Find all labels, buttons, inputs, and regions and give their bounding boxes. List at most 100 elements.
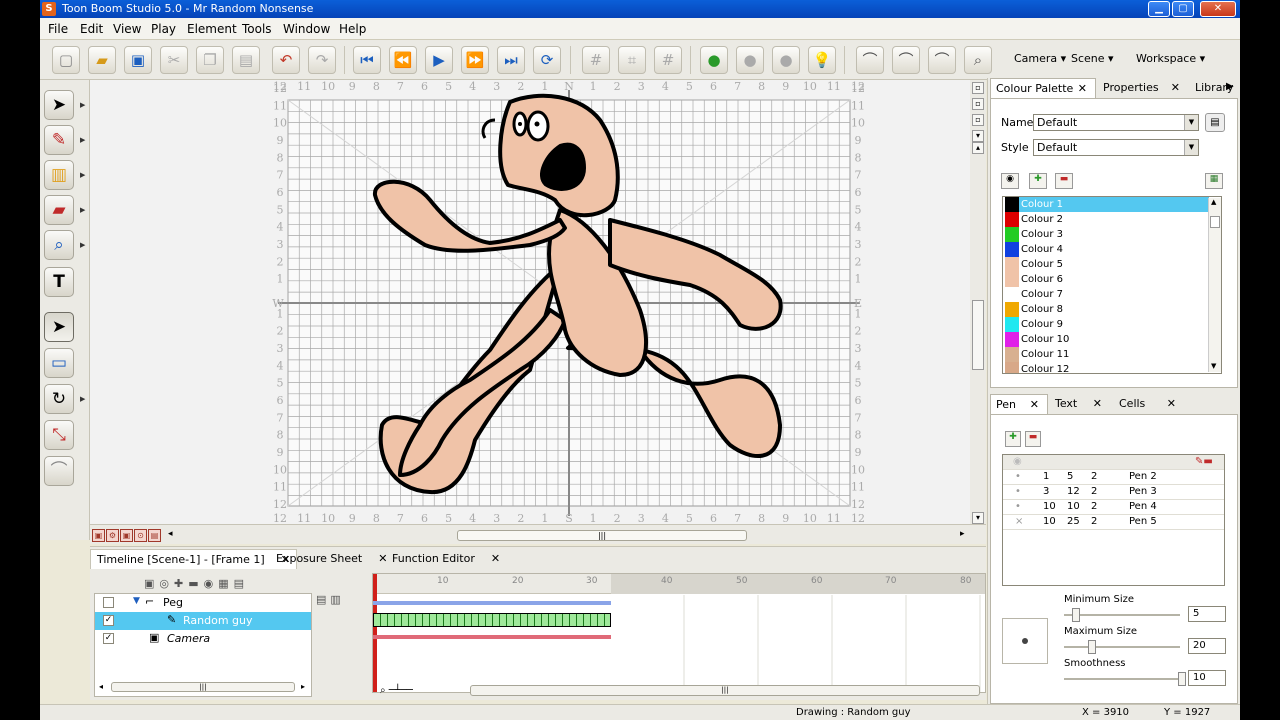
visibility-checkbox[interactable]: ✓ bbox=[103, 615, 114, 626]
colour-chip[interactable] bbox=[1005, 257, 1019, 272]
tab-cells[interactable]: Cells ✕ bbox=[1114, 394, 1184, 414]
close-icon[interactable]: ✕ bbox=[1078, 82, 1087, 95]
stage-mini-icon[interactable]: ▣ bbox=[92, 529, 105, 542]
scroll-left-icon[interactable]: ◂ bbox=[99, 682, 103, 691]
colour-chip[interactable] bbox=[1005, 287, 1019, 302]
swatch-scrollbar[interactable]: ▲ ▼ bbox=[1208, 198, 1221, 372]
colour-chip[interactable] bbox=[1005, 347, 1019, 362]
colour-swatch-row[interactable]: Colour 3 bbox=[1003, 227, 1209, 242]
stage-mini-icon[interactable]: ▤ bbox=[148, 529, 161, 542]
colour-swatch-row[interactable]: Colour 5 bbox=[1003, 257, 1209, 272]
frame-tools-icons[interactable]: ▤▥ bbox=[316, 593, 370, 611]
view-option-icon[interactable]: ▫ bbox=[972, 98, 984, 110]
min-size-slider-track[interactable] bbox=[1064, 614, 1180, 616]
visibility-checkbox[interactable] bbox=[103, 597, 114, 608]
open-folder-icon[interactable]: ▰ bbox=[88, 46, 116, 74]
menu-tools[interactable]: Tools bbox=[242, 22, 272, 36]
scroll-left-icon[interactable]: ◂ bbox=[168, 529, 173, 539]
onion-skin-icon[interactable]: ● bbox=[736, 46, 764, 74]
remove-pen-icon[interactable]: ▬ bbox=[1025, 431, 1041, 447]
play-icon[interactable]: ▶ bbox=[425, 46, 453, 74]
palette-browser-icon[interactable]: ▤ bbox=[1205, 113, 1225, 132]
field-grid-icon[interactable]: ⌗ bbox=[618, 46, 646, 74]
colour-chip[interactable] bbox=[1005, 197, 1019, 212]
menu-file[interactable]: File bbox=[48, 22, 68, 36]
colour-swatch-row[interactable]: Colour 10 bbox=[1003, 332, 1209, 347]
curve-tool-icon[interactable]: ⌒ bbox=[856, 46, 884, 74]
camera-dropdown[interactable]: Camera ▾ bbox=[1014, 52, 1066, 65]
colour-swatch-row[interactable]: Colour 8 bbox=[1003, 302, 1209, 317]
timeline-zoom-icon[interactable]: ⌕ ─┴── bbox=[380, 685, 413, 696]
tab-function-editor[interactable]: Function Editor ✕ bbox=[386, 549, 506, 569]
colour-chip[interactable] bbox=[1005, 332, 1019, 347]
max-size-slider-knob[interactable] bbox=[1088, 640, 1096, 654]
bounding-box-icon[interactable]: ▭ bbox=[44, 348, 74, 378]
workspace-dropdown[interactable]: Workspace ▾ bbox=[1136, 52, 1205, 65]
layer-scroll-thumb[interactable]: ||| bbox=[111, 682, 295, 692]
eraser-tool-icon[interactable]: ▰ bbox=[44, 195, 74, 225]
first-frame-icon[interactable]: ⏮ bbox=[353, 46, 381, 74]
close-icon[interactable]: ✕ bbox=[1167, 397, 1176, 410]
grid-icon[interactable]: # bbox=[582, 46, 610, 74]
pen-row[interactable]: • 10 10 2 Pen 4 bbox=[1003, 500, 1224, 515]
skew-tool-icon[interactable]: ⌒ bbox=[44, 456, 74, 486]
title-bar[interactable]: S Toon Boom Studio 5.0 - Mr Random Nonse… bbox=[40, 0, 1240, 18]
zoom-tool-icon[interactable]: ⌕ bbox=[964, 46, 992, 74]
zoom-tool-icon[interactable]: ⌕ bbox=[44, 230, 74, 260]
colour-chip[interactable] bbox=[1005, 242, 1019, 257]
colour-swatch-row[interactable]: Colour 12 bbox=[1003, 362, 1209, 373]
vertical-scroll-thumb[interactable] bbox=[972, 300, 984, 370]
lightbulb-icon[interactable]: 💡 bbox=[808, 46, 836, 74]
frame-grid[interactable]: 10 20 30 40 50 60 70 80 bbox=[372, 573, 986, 693]
max-size-slider-track[interactable] bbox=[1064, 646, 1180, 648]
timeline-scroll-thumb[interactable]: ||| bbox=[470, 685, 980, 696]
close-icon[interactable]: ✕ bbox=[491, 552, 500, 565]
app-icon[interactable]: S bbox=[42, 2, 56, 16]
tab-timeline[interactable]: Timeline [Scene-1] - [Frame 1] ✕ bbox=[90, 549, 297, 569]
save-icon[interactable]: ▣ bbox=[124, 46, 152, 74]
paste-icon[interactable]: ▤ bbox=[232, 46, 260, 74]
close-icon[interactable]: ✕ bbox=[1093, 397, 1102, 410]
tab-scroll-right-icon[interactable]: ▶ bbox=[1226, 81, 1234, 92]
last-frame-icon[interactable]: ⏭ bbox=[497, 46, 525, 74]
frame-ruler[interactable]: 10 20 30 40 50 60 70 80 bbox=[373, 574, 985, 692]
next-frame-icon[interactable]: ⏩ bbox=[461, 46, 489, 74]
tab-text[interactable]: Text ✕ bbox=[1050, 394, 1110, 414]
horizontal-scroll-thumb[interactable]: ||| bbox=[457, 530, 747, 541]
cut-icon[interactable]: ✂ bbox=[160, 46, 188, 74]
smoothness-input[interactable]: 10 bbox=[1188, 670, 1226, 686]
add-drawing-icon[interactable]: ● bbox=[700, 46, 728, 74]
new-icon[interactable]: ▢ bbox=[52, 46, 80, 74]
empty-frames[interactable] bbox=[611, 595, 985, 692]
curve-tool-2-icon[interactable]: ⌒ bbox=[892, 46, 920, 74]
smoothness-slider-track[interactable] bbox=[1064, 678, 1180, 680]
pen-row[interactable]: • 1 5 2 Pen 2 bbox=[1003, 470, 1224, 485]
colour-chip[interactable] bbox=[1005, 227, 1019, 242]
tab-exposure-sheet[interactable]: Exposure Sheet ✕ bbox=[270, 549, 393, 569]
scale-tool-icon[interactable]: ⤡ bbox=[44, 420, 74, 450]
copy-icon[interactable]: ❐ bbox=[196, 46, 224, 74]
view-option-icon[interactable]: ▾ bbox=[972, 130, 984, 142]
grid-toggle-icon[interactable]: # bbox=[654, 46, 682, 74]
layer-tool-icons[interactable]: ▣◎✚▬◉▦▤ bbox=[144, 577, 249, 590]
select-tool-icon[interactable]: ➤ bbox=[44, 90, 74, 120]
add-pen-icon[interactable]: ✚ bbox=[1005, 431, 1021, 447]
loop-icon[interactable]: ⟳ bbox=[533, 46, 561, 74]
add-colour-icon[interactable]: ✚ bbox=[1029, 173, 1047, 189]
pen-row[interactable]: • 3 12 2 Pen 3 bbox=[1003, 485, 1224, 500]
colour-chip[interactable] bbox=[1005, 317, 1019, 332]
layer-row-random-guy[interactable]: ✓ ✎ Random guy bbox=[95, 612, 311, 630]
palette-style-select[interactable]: Default ▼ bbox=[1033, 139, 1199, 156]
transform-tool-icon[interactable]: ➤ bbox=[44, 312, 74, 342]
colour-chip[interactable] bbox=[1005, 212, 1019, 227]
curve-tool-3-icon[interactable]: ⌒ bbox=[928, 46, 956, 74]
visibility-checkbox[interactable]: ✓ bbox=[103, 633, 114, 644]
close-button[interactable]: ✕ bbox=[1200, 1, 1236, 17]
layer-row-camera[interactable]: ✓ ▣ Camera bbox=[95, 630, 311, 648]
light-table-icon[interactable]: ● bbox=[772, 46, 800, 74]
colour-swatch-row[interactable]: Colour 7 bbox=[1003, 287, 1209, 302]
brush-tool-icon[interactable]: ✎ bbox=[44, 125, 74, 155]
menu-edit[interactable]: Edit bbox=[80, 22, 103, 36]
scene-dropdown[interactable]: Scene ▾ bbox=[1071, 52, 1114, 65]
colour-chip[interactable] bbox=[1005, 302, 1019, 317]
